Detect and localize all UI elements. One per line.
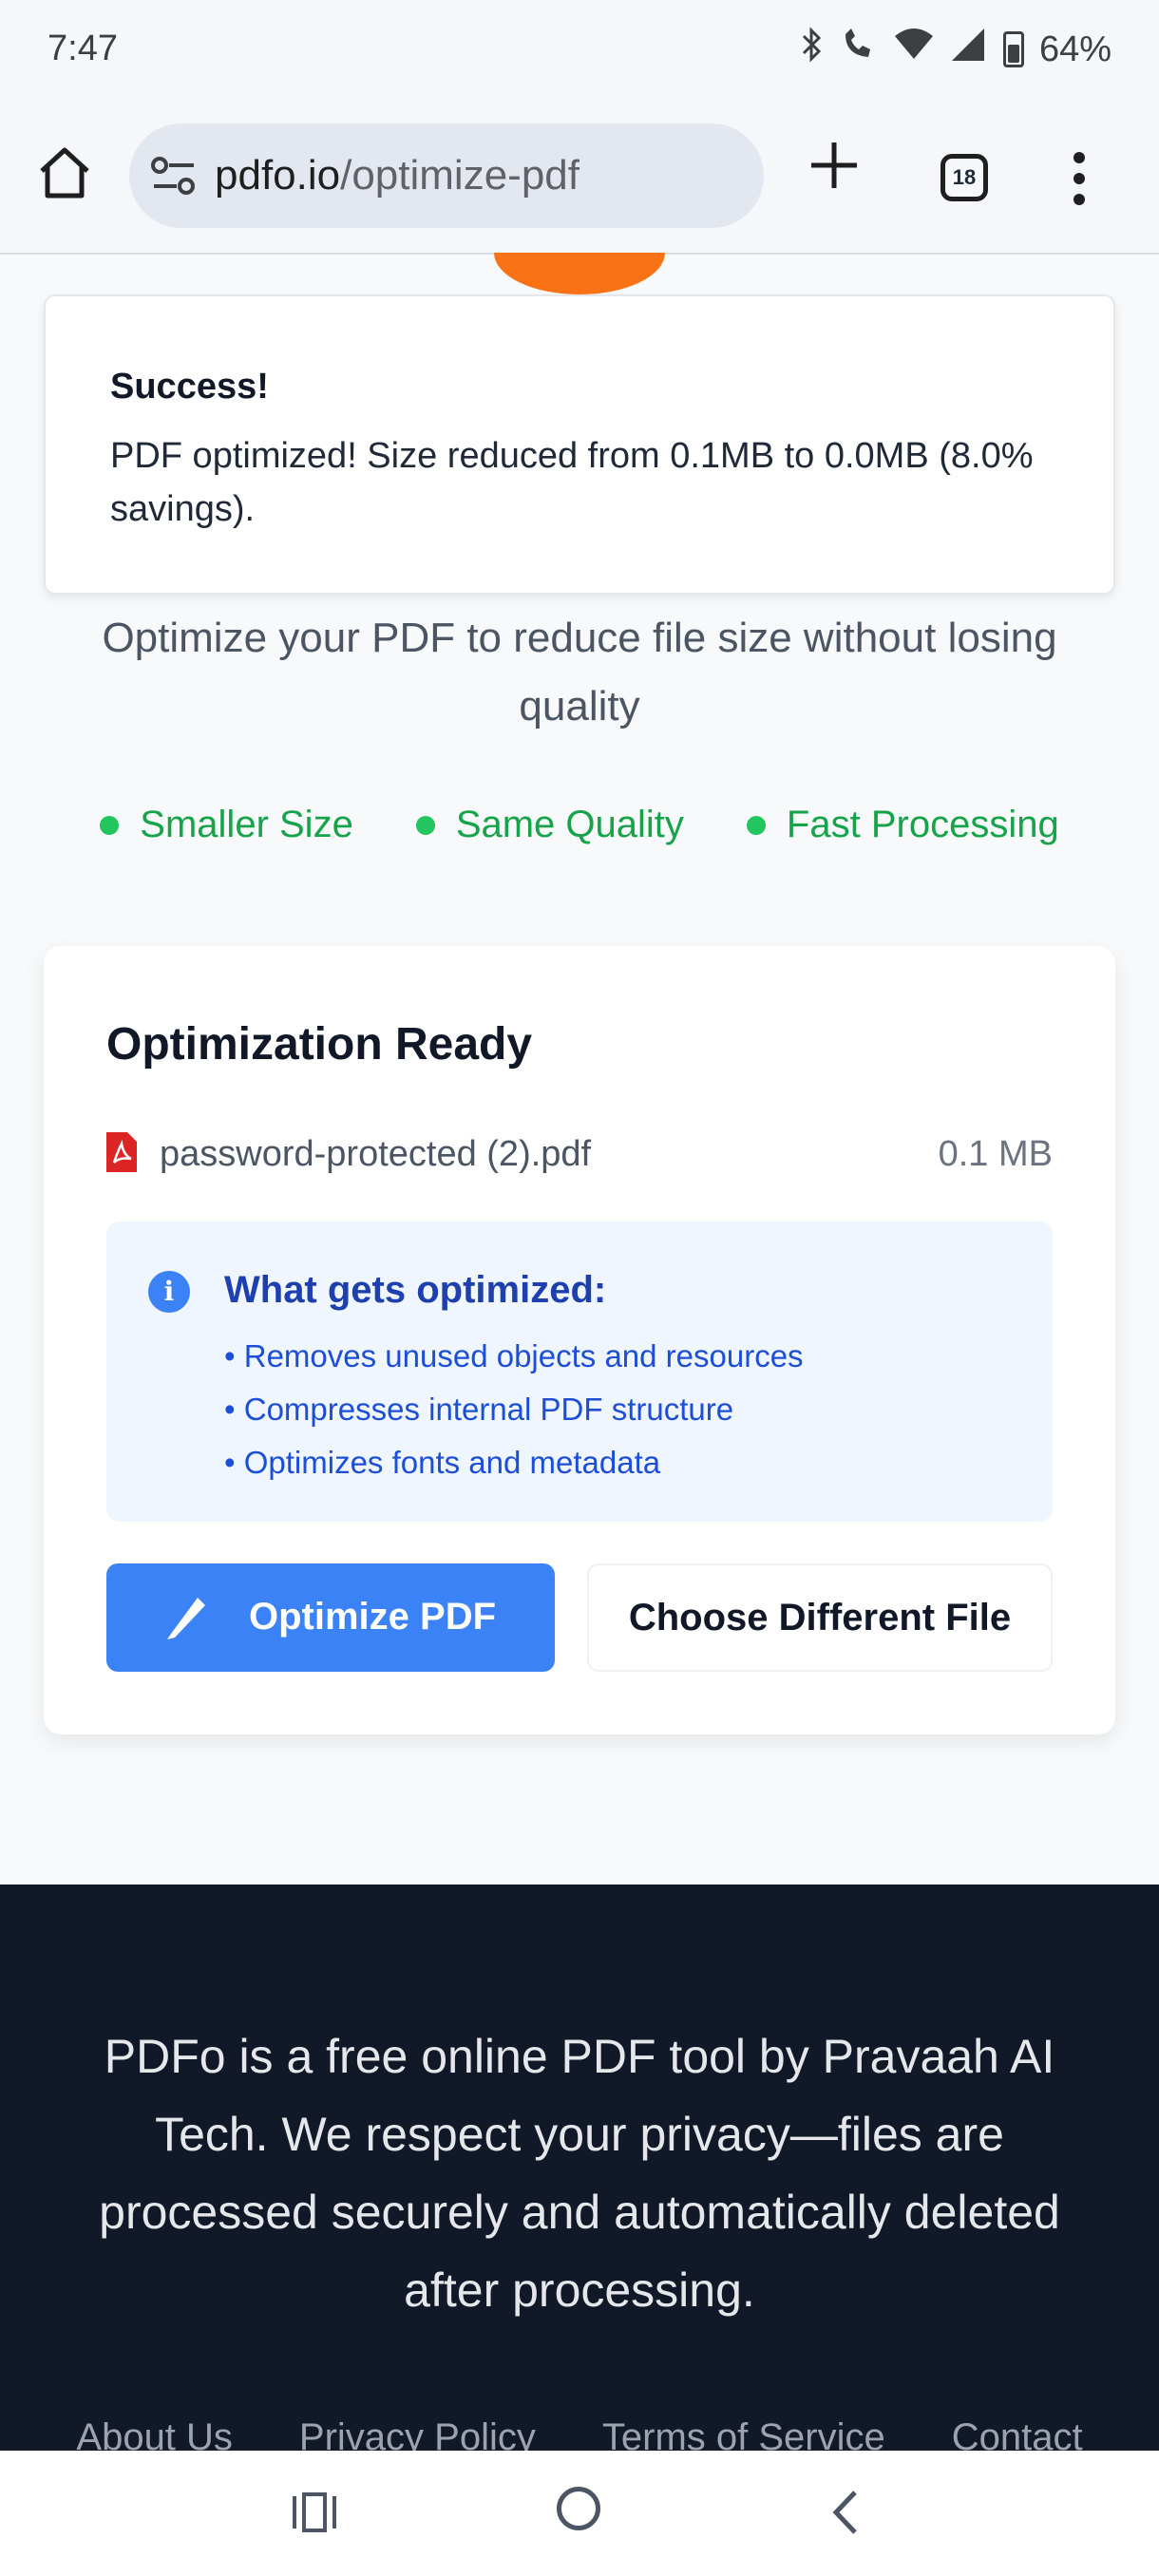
signal-icon <box>950 27 988 72</box>
feature-label: Fast Processing <box>786 804 1059 845</box>
site-settings-icon[interactable] <box>150 154 198 198</box>
wifi-icon <box>893 27 935 72</box>
feature-item: Same Quality <box>415 804 684 846</box>
home-icon[interactable] <box>34 142 95 203</box>
url-text: pdfo.io/optimize-pdf <box>215 152 580 199</box>
optimize-pdf-button[interactable]: Optimize PDF <box>106 1563 555 1672</box>
tab-count: 18 <box>952 165 977 189</box>
battery-icon <box>1002 31 1024 67</box>
feature-label: Same Quality <box>455 804 684 845</box>
orange-header-tab <box>494 253 665 294</box>
address-bar[interactable]: pdfo.io/optimize-pdf <box>129 123 764 228</box>
page-subtitle: Optimize your PDF to reduce file size wi… <box>102 615 1057 729</box>
green-dot-icon <box>100 815 120 835</box>
home-circle-icon[interactable] <box>557 2487 600 2530</box>
file-row: password-protected (2).pdf 0.1 MB <box>106 1127 1053 1184</box>
pdf-file-icon <box>106 1132 137 1172</box>
green-dot-icon <box>746 815 766 835</box>
browser-toolbar: pdfo.io/optimize-pdf 18 <box>0 104 1159 255</box>
bluetooth-icon <box>800 27 825 72</box>
list-item: Compresses internal PDF structure <box>224 1383 804 1436</box>
feature-item: Smaller Size <box>100 804 353 846</box>
status-bar: 7:47 64% <box>0 0 1159 104</box>
battery-percent: 64% <box>1038 28 1112 69</box>
system-nav-bar <box>0 2451 1159 2576</box>
recents-icon[interactable] <box>291 2491 338 2534</box>
pencil-icon <box>163 1592 209 1641</box>
status-icons: 64% <box>800 27 1112 72</box>
footer: PDFo is a free online PDF tool by Pravaa… <box>0 1885 1159 2458</box>
feature-item: Fast Processing <box>746 804 1059 846</box>
green-dot-icon <box>415 815 435 835</box>
info-icon: i <box>148 1271 190 1313</box>
url-domain: pdfo.io <box>215 152 341 199</box>
card-title: Optimization Ready <box>106 1019 533 1070</box>
list-item: Optimizes fonts and metadata <box>224 1436 804 1489</box>
info-box: i What gets optimized: Removes unused ob… <box>106 1222 1053 1522</box>
optimize-pdf-label: Optimize PDF <box>249 1596 497 1638</box>
info-list: Removes unused objects and resources Com… <box>224 1330 804 1489</box>
info-title: What gets optimized: <box>224 1269 607 1311</box>
tab-switcher-button[interactable]: 18 <box>940 154 988 201</box>
new-tab-icon[interactable] <box>808 139 861 192</box>
success-toast: Success! PDF optimized! Size reduced fro… <box>44 294 1115 595</box>
file-size: 0.1 MB <box>938 1134 1053 1174</box>
url-path: /optimize-pdf <box>340 152 580 199</box>
list-item: Removes unused objects and resources <box>224 1330 804 1383</box>
status-time: 7:47 <box>48 28 118 68</box>
feature-list: Smaller Size Same Quality Fast Processin… <box>0 804 1159 846</box>
back-icon[interactable] <box>826 2489 864 2536</box>
optimization-card: Optimization Ready password-protected (2… <box>44 946 1115 1734</box>
choose-different-file-button[interactable]: Choose Different File <box>587 1563 1053 1672</box>
toast-message: PDF optimized! Size reduced from 0.1MB t… <box>110 436 1034 529</box>
footer-text: PDFo is a free online PDF tool by Pravaa… <box>99 2030 1060 2317</box>
file-name: password-protected (2).pdf <box>160 1134 592 1174</box>
more-menu-icon[interactable] <box>1072 152 1087 209</box>
wifi-call-icon <box>840 27 878 72</box>
feature-label: Smaller Size <box>140 804 353 845</box>
toast-title: Success! <box>110 367 269 407</box>
